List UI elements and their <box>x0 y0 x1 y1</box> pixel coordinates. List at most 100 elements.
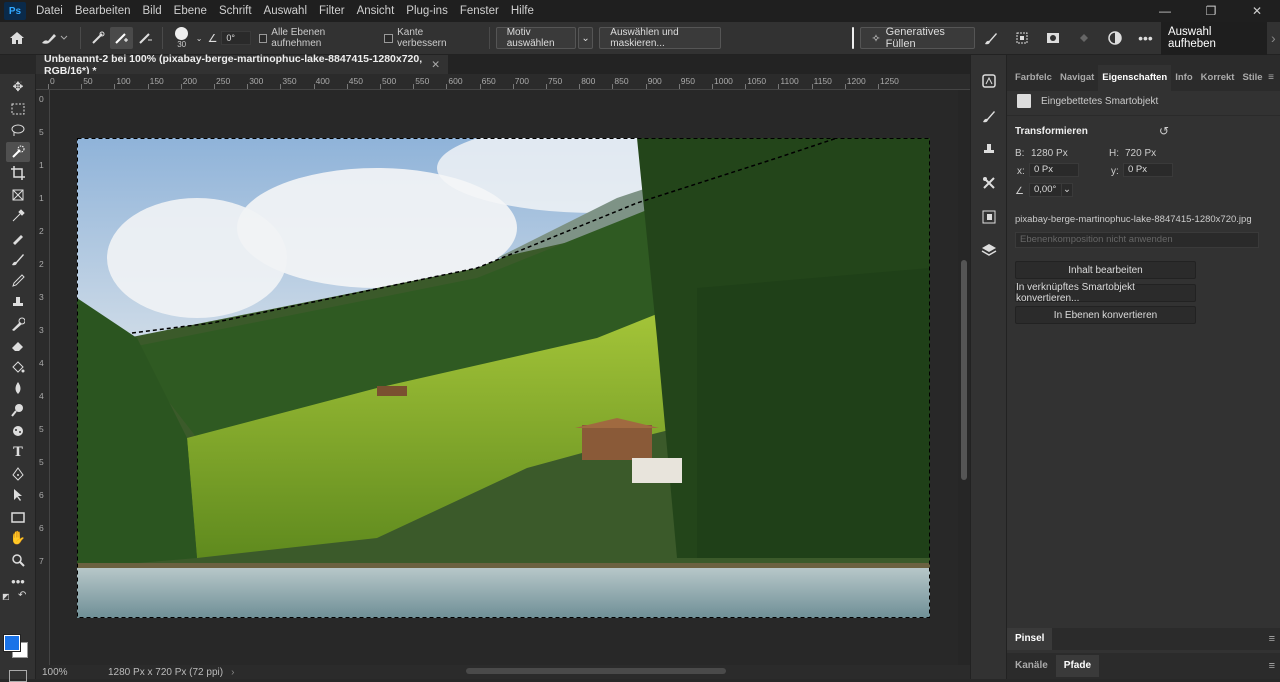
hand-tool-icon[interactable]: ✋ <box>6 528 30 548</box>
fill-bucket-icon[interactable] <box>1068 30 1099 46</box>
close-button[interactable]: ✕ <box>1234 0 1280 22</box>
add-to-selection-icon[interactable] <box>110 27 133 49</box>
document-image[interactable] <box>77 138 930 618</box>
layers-panel-icon[interactable] <box>977 238 1001 262</box>
select-subject-dropdown[interactable]: ⌄ <box>578 27 594 49</box>
menu-bearbeiten[interactable]: Bearbeiten <box>69 0 137 22</box>
sample-all-layers-checkbox[interactable]: Alle Ebenen aufnehmen <box>259 27 375 49</box>
brush-settings-icon[interactable] <box>977 104 1001 128</box>
horizontal-scrollbar[interactable] <box>466 668 726 674</box>
menu-schrift[interactable]: Schrift <box>213 0 258 22</box>
more-options-icon[interactable]: ••• <box>1130 30 1161 46</box>
healing-brush-tool-icon[interactable] <box>6 228 30 248</box>
chevron-down-icon[interactable]: ⌄ <box>194 34 204 43</box>
select-and-mask-button[interactable]: Auswählen und maskieren... <box>599 27 721 49</box>
vertical-scrollbar[interactable] <box>958 90 970 665</box>
paint-bucket-tool-icon[interactable] <box>6 357 30 377</box>
brush-tool-icon[interactable] <box>6 249 30 269</box>
enhance-edge-checkbox[interactable]: Kante verbessern <box>384 27 472 49</box>
y-input[interactable]: 0 Px <box>1123 163 1173 177</box>
sponge-tool-icon[interactable] <box>6 421 30 441</box>
foreground-color-swatch[interactable] <box>4 635 20 651</box>
pencil-tool-icon[interactable] <box>6 271 30 291</box>
tab-korrekturen[interactable]: Korrekt <box>1197 65 1239 91</box>
layer-comp-select[interactable]: Ebenenkomposition nicht anwenden <box>1015 232 1259 248</box>
convert-to-linked-button[interactable]: In verknüpftes Smartobjekt konvertieren.… <box>1015 284 1196 302</box>
home-icon[interactable] <box>0 31 35 45</box>
brush-icon[interactable] <box>975 30 1006 46</box>
rectangle-tool-icon[interactable] <box>6 507 30 527</box>
menu-ebene[interactable]: Ebene <box>168 0 213 22</box>
tab-stile[interactable]: Stile <box>1238 65 1266 91</box>
default-colors-icon[interactable]: ◩ <box>2 592 10 601</box>
crop-tool-icon[interactable] <box>6 163 30 183</box>
tab-eigenschaften[interactable]: Eigenschaften <box>1098 65 1171 91</box>
path-selection-tool-icon[interactable] <box>6 485 30 505</box>
document-info[interactable]: 1280 Px x 720 Px (72 ppi) <box>108 667 223 678</box>
select-subject-button[interactable]: Motiv auswählen <box>496 27 576 49</box>
brush-size-picker[interactable]: 30 <box>169 27 194 49</box>
marquee-tool-icon[interactable] <box>6 99 30 119</box>
tab-navigator[interactable]: Navigat <box>1056 65 1098 91</box>
zoom-tool-icon[interactable] <box>6 550 30 570</box>
properties-panel-icon[interactable] <box>977 205 1001 229</box>
menu-auswahl[interactable]: Auswahl <box>258 0 313 22</box>
angle-dropdown[interactable]: ⌄ <box>1061 183 1073 197</box>
swap-colors-icon[interactable]: ↶ <box>18 590 26 601</box>
zoom-level[interactable]: 100% <box>42 667 92 678</box>
dodge-tool-icon[interactable] <box>6 400 30 420</box>
subtract-from-selection-icon[interactable] <box>133 30 156 46</box>
tools-panel-icon[interactable] <box>977 171 1001 195</box>
color-panel-icon[interactable] <box>977 69 1001 93</box>
mask-icon[interactable] <box>1037 30 1068 46</box>
menu-bild[interactable]: Bild <box>136 0 167 22</box>
transform-selection-icon[interactable] <box>1006 30 1037 46</box>
tool-preset-picker-icon[interactable] <box>35 30 74 46</box>
lasso-tool-icon[interactable] <box>6 120 30 140</box>
panel-menu-icon[interactable]: ≡ <box>1269 633 1280 645</box>
menu-plugins[interactable]: Plug-ins <box>400 0 454 22</box>
pen-tool-icon[interactable] <box>6 464 30 484</box>
tab-farbfelder[interactable]: Farbfelc <box>1011 65 1056 91</box>
convert-to-layers-button[interactable]: In Ebenen konvertieren <box>1015 306 1196 324</box>
history-brush-tool-icon[interactable] <box>6 314 30 334</box>
document-tab[interactable]: Unbenannt-2 bei 100% (pixabay-berge-mart… <box>36 55 448 74</box>
move-tool-icon[interactable]: ✥ <box>6 77 30 97</box>
tab-kanaele[interactable]: Kanäle <box>1007 655 1056 677</box>
angle-input[interactable]: 0° <box>221 31 250 45</box>
x-input[interactable]: 0 Px <box>1029 163 1079 177</box>
minimize-button[interactable]: — <box>1142 0 1188 22</box>
menu-filter[interactable]: Filter <box>313 0 351 22</box>
quick-mask-icon[interactable] <box>9 670 27 682</box>
tab-info[interactable]: Info <box>1171 65 1196 91</box>
vertical-scroll-thumb[interactable] <box>961 260 967 480</box>
frame-tool-icon[interactable] <box>6 185 30 205</box>
restore-button[interactable]: ❐ <box>1188 0 1234 22</box>
edit-contents-button[interactable]: Inhalt bearbeiten <box>1015 261 1196 279</box>
tab-pfade[interactable]: Pfade <box>1056 655 1099 677</box>
eyedropper-tool-icon[interactable] <box>6 206 30 226</box>
canvas-area[interactable] <box>50 90 958 665</box>
quick-selection-tool-icon[interactable] <box>6 142 30 162</box>
deselect-button[interactable]: Auswahl aufheben <box>1161 22 1267 55</box>
menu-fenster[interactable]: Fenster <box>454 0 505 22</box>
scroll-arrow-icon[interactable]: › <box>1267 30 1280 46</box>
type-tool-icon[interactable]: T <box>6 442 30 462</box>
clone-stamp-tool-icon[interactable] <box>6 292 30 312</box>
menu-datei[interactable]: Datei <box>30 0 69 22</box>
menu-ansicht[interactable]: Ansicht <box>351 0 401 22</box>
more-tools-icon[interactable]: ••• <box>6 571 30 591</box>
panel-menu-icon[interactable]: ≡ <box>1268 72 1280 91</box>
chevron-right-icon[interactable]: › <box>231 667 234 678</box>
menu-hilfe[interactable]: Hilfe <box>505 0 540 22</box>
clone-source-icon[interactable] <box>977 137 1001 161</box>
tab-pinsel[interactable]: Pinsel <box>1007 628 1052 650</box>
close-icon[interactable]: ✕ <box>431 59 440 71</box>
adjustment-icon[interactable] <box>1099 30 1130 46</box>
eraser-tool-icon[interactable] <box>6 335 30 355</box>
new-selection-icon[interactable] <box>86 30 109 46</box>
generative-fill-button[interactable]: ✧Generatives Füllen <box>860 27 975 49</box>
blur-tool-icon[interactable] <box>6 378 30 398</box>
reset-transform-icon[interactable]: ↺ <box>1159 124 1169 138</box>
panel-menu-icon[interactable]: ≡ <box>1269 660 1280 672</box>
